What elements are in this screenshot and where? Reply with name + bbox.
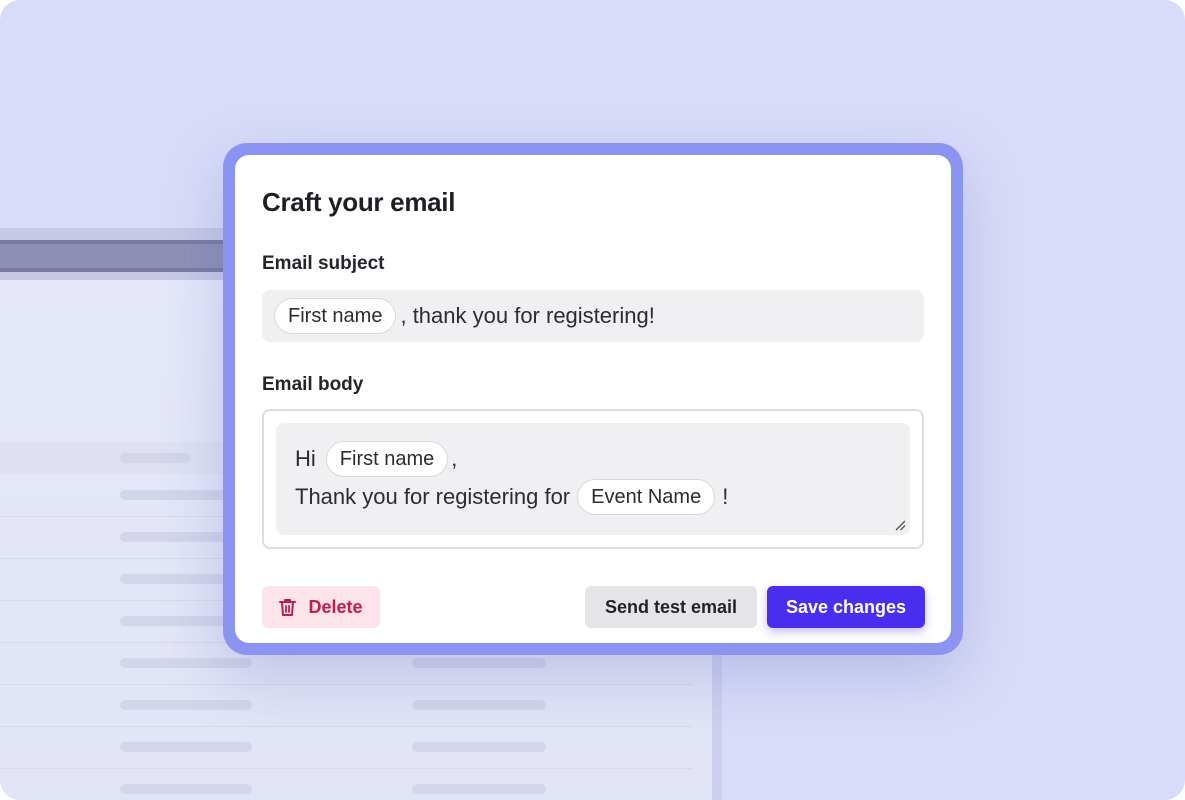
save-changes-label: Save changes <box>785 596 907 617</box>
email-body-field[interactable]: Hi First name , Thank you for registerin… <box>262 409 924 549</box>
event-name-token[interactable]: Event Name <box>577 479 716 515</box>
email-editor-modal: Craft your email Email subject First nam… <box>235 155 951 643</box>
background-table-row <box>0 768 692 800</box>
delete-button[interactable]: Delete <box>262 586 380 628</box>
background-table-row <box>0 684 692 727</box>
resize-grip-icon[interactable] <box>894 519 906 531</box>
first-name-token[interactable]: First name <box>274 298 397 334</box>
email-subject-label: Email subject <box>262 253 385 274</box>
body-line-1: Hi First name , <box>295 439 457 479</box>
delete-button-label: Delete <box>308 596 363 617</box>
save-changes-button[interactable]: Save changes <box>767 586 925 628</box>
body-thanks-text: Thank you for registering for <box>295 484 571 509</box>
email-body-textarea[interactable]: Hi First name , Thank you for registerin… <box>276 423 910 535</box>
page-backdrop: Craft your email Email subject First nam… <box>0 0 1185 800</box>
modal-title: Craft your email <box>262 187 456 217</box>
background-table-row <box>0 726 692 769</box>
body-line-2: Thank you for registering for Event Name… <box>295 477 728 517</box>
send-test-email-label: Send test email <box>604 596 738 617</box>
email-body-label: Email body <box>262 374 364 395</box>
body-exclamation: ! <box>722 484 729 509</box>
subject-text: , thank you for registering! <box>400 303 655 328</box>
send-test-email-button[interactable]: Send test email <box>585 586 757 628</box>
email-editor-modal-frame: Craft your email Email subject First nam… <box>223 143 963 655</box>
first-name-token[interactable]: First name <box>325 441 449 477</box>
trash-icon <box>279 598 297 617</box>
body-comma: , <box>451 446 458 471</box>
email-subject-input[interactable]: First name , thank you for registering! <box>262 290 924 342</box>
body-greeting-text: Hi <box>295 446 316 471</box>
